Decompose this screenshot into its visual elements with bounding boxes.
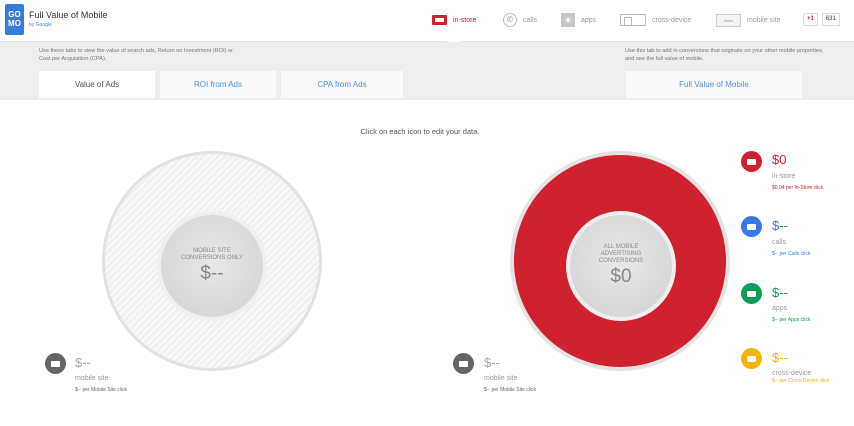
- www-icon: [51, 360, 60, 367]
- top-bar: GO MO Full Value of Mobile by Google in-…: [0, 0, 854, 42]
- nav-apps[interactable]: ★ apps: [561, 13, 596, 27]
- calls-edit-button[interactable]: [741, 216, 762, 237]
- subtitle-prefix: by: [29, 22, 35, 28]
- cross-device-per-click: $-- per Cross-Device click: [772, 378, 830, 384]
- store-icon: [747, 158, 756, 165]
- full-value-help-text: Use this tab to add in conversions that …: [625, 48, 824, 62]
- in-store-value: $0: [772, 152, 787, 167]
- center-label: MOBILE SITE CONVERSIONS ONLY: [181, 247, 243, 261]
- center-value: $0: [610, 266, 632, 287]
- nav-label: cross-device: [652, 16, 692, 24]
- star-icon: ★: [561, 13, 575, 27]
- phone-icon: [747, 223, 756, 230]
- calls-name: calls: [772, 239, 787, 246]
- center-value: $--: [200, 262, 224, 284]
- app-icon: [747, 290, 756, 297]
- tab-full-value-of-mobile[interactable]: Full Value of Mobile: [626, 71, 802, 98]
- all-conversions-center: ALL MOBILE ADVERTISING CONVERSIONS $0: [566, 211, 676, 321]
- www-icon: www: [716, 13, 741, 27]
- subtitle-brand: Google: [35, 22, 52, 28]
- mobile-site-per-click: $-- per Mobile Site click: [75, 387, 127, 393]
- center-label: ALL MOBILE ADVERTISING CONVERSIONS: [598, 244, 644, 264]
- calls-value: $--: [772, 218, 788, 233]
- app-subtitle: by Google: [29, 22, 52, 28]
- google-plus-button[interactable]: +1: [803, 12, 818, 26]
- apps-name: apps: [772, 305, 788, 312]
- in-store-per-click: $0.04 per In-Store click: [772, 185, 824, 191]
- devices-icon: [747, 355, 756, 362]
- in-store-name: in-store: [772, 173, 796, 180]
- nav-calls[interactable]: ✆ calls: [503, 13, 537, 27]
- nav-label: mobile site: [747, 16, 781, 24]
- mobile-site-name-2: mobile site: [484, 375, 518, 382]
- nav-label: apps: [581, 16, 597, 24]
- nav-label: in-store: [453, 16, 477, 24]
- mobile-site-edit-button[interactable]: [45, 353, 66, 374]
- nav-cross-device[interactable]: cross-device: [620, 13, 691, 27]
- mobile-site-value-2: $--: [484, 355, 500, 370]
- app-title: Full Value of Mobile: [29, 10, 108, 20]
- tabs-help-text: Use these tabs to view the value of sear…: [39, 48, 234, 62]
- nav-label: calls: [523, 16, 538, 24]
- cross-device-edit-button[interactable]: [741, 348, 762, 369]
- logo-text: GO MO: [8, 10, 21, 28]
- www-icon: [459, 360, 468, 367]
- calls-per-click: $-- per Calls click: [772, 251, 811, 257]
- tab-cpa-from-ads[interactable]: CPA from Ads: [281, 71, 403, 98]
- store-icon: [432, 15, 447, 25]
- tab-value-of-ads[interactable]: Value of Ads: [39, 71, 155, 98]
- mobile-site-value: $--: [75, 355, 91, 370]
- instruction-text: Click on each icon to edit your data.: [360, 127, 480, 136]
- devices-icon: [620, 14, 646, 26]
- google-plus-widget: +1 631: [803, 12, 840, 26]
- cross-device-name: cross-device: [772, 370, 812, 377]
- gomo-logo[interactable]: GO MO: [5, 4, 24, 35]
- apps-value: $--: [772, 285, 788, 300]
- apps-edit-button[interactable]: [741, 283, 762, 304]
- nav-mobile-site[interactable]: www mobile site: [716, 13, 780, 27]
- nav-in-store[interactable]: in-store: [432, 13, 476, 27]
- mobile-site-name: mobile site: [75, 375, 109, 382]
- mobile-site-edit-button-2[interactable]: [453, 353, 474, 374]
- google-plus-count: 631: [821, 12, 840, 26]
- mobile-site-per-click-2: $-- per Mobile Site click: [484, 387, 536, 393]
- mobile-site-center: MOBILE SITE CONVERSIONS ONLY $--: [157, 211, 267, 321]
- tab-roi-from-ads[interactable]: ROI from Ads: [160, 71, 276, 98]
- cross-device-value: $--: [772, 350, 788, 365]
- in-store-edit-button[interactable]: [741, 151, 762, 172]
- phone-icon: ✆: [503, 13, 517, 27]
- apps-per-click: $-- per Apps click: [772, 317, 811, 323]
